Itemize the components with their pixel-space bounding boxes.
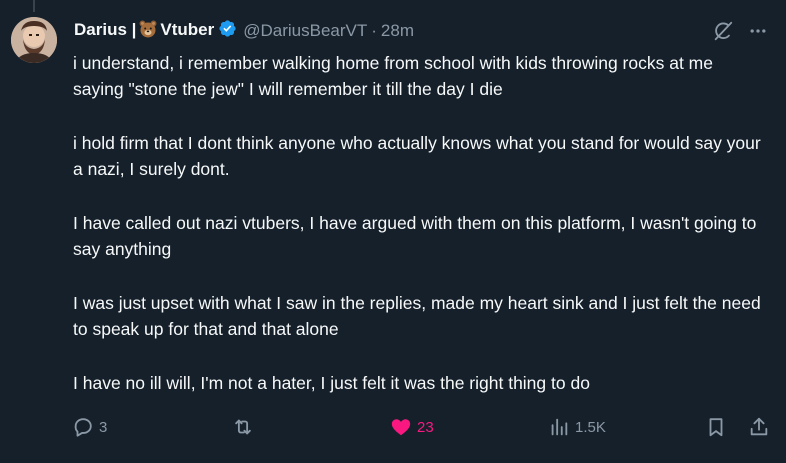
share-button[interactable] <box>748 416 770 438</box>
more-icon[interactable] <box>748 21 768 41</box>
avatar[interactable] <box>11 17 57 63</box>
reply-button[interactable]: 3 <box>72 416 107 438</box>
display-name-part1: Darius | <box>74 20 137 40</box>
display-name-part2: Vtuber <box>160 20 215 40</box>
separator-dot: · <box>371 21 377 40</box>
avatar-image <box>11 17 57 63</box>
like-button[interactable]: 23 <box>390 416 434 438</box>
verified-badge-icon <box>218 19 237 43</box>
bookmark-icon <box>705 416 727 438</box>
tweet-paragraph-2: i hold firm that I dont think anyone who… <box>73 133 761 179</box>
views-icon <box>548 416 570 438</box>
tweet-paragraph-1: i understand, i remember walking home fr… <box>73 53 713 99</box>
bear-emoji-icon <box>138 19 158 44</box>
tweet-paragraph-4: I was just upset with what I saw in the … <box>73 293 761 339</box>
tweet-action-bar: 3 23 1.5K <box>72 416 772 442</box>
grok-icon[interactable] <box>712 20 734 42</box>
heart-icon <box>390 416 412 438</box>
tweet-paragraph-3: I have called out nazi vtubers, I have a… <box>73 213 757 259</box>
timestamp[interactable]: 28m <box>381 21 414 41</box>
reply-count: 3 <box>99 418 108 436</box>
retweet-icon <box>232 416 254 438</box>
tweet-top-actions <box>712 20 768 42</box>
thread-connector-line <box>33 0 35 12</box>
share-icon <box>748 416 770 438</box>
tweet-paragraph-5: I have no ill will, I'm not a hater, I j… <box>73 373 590 393</box>
tweet-body: i understand, i remember walking home fr… <box>73 50 763 396</box>
retweet-button[interactable] <box>232 416 259 438</box>
user-handle[interactable]: @DariusBearVT <box>243 21 367 41</box>
views-button[interactable]: 1.5K <box>548 416 606 438</box>
bookmark-button[interactable] <box>705 416 727 438</box>
tweet-header: Darius | Vtuber @DariusBearVT · 28m <box>74 19 414 43</box>
views-count: 1.5K <box>575 418 606 436</box>
reply-icon <box>72 416 94 438</box>
display-name[interactable]: Darius | Vtuber <box>74 19 214 44</box>
like-count: 23 <box>417 418 434 436</box>
